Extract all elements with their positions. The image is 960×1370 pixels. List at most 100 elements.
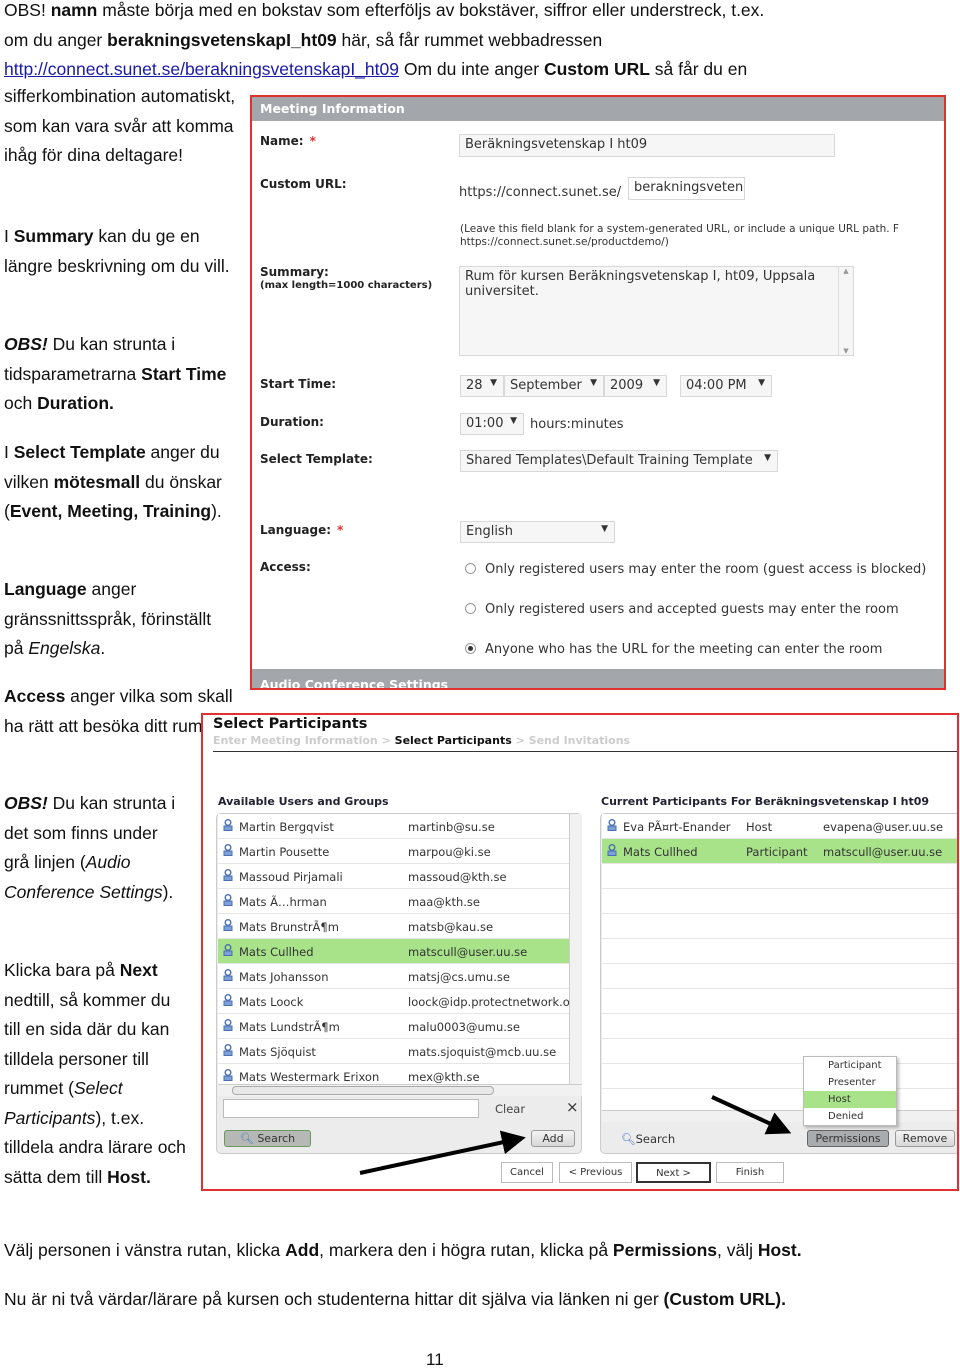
custom-url-input[interactable]: berakningsveten [628, 177, 745, 200]
summary-scrollbar[interactable]: ▲ ▼ [838, 267, 853, 355]
available-user-row[interactable]: Massoud Pirjamali massoud@kth.se [218, 864, 569, 889]
available-user-row[interactable]: Mats Cullhed matscull@user.uu.se [218, 939, 569, 964]
user-email: matsb@kau.se [408, 920, 494, 934]
available-user-row[interactable]: Mats Johansson matsj@cs.umu.se [218, 964, 569, 989]
summary-textarea[interactable]: Rum för kursen Beräkningsvetenskap I, ht… [459, 266, 854, 356]
current-search-button[interactable]: 🔍︎Search [621, 1132, 675, 1146]
text-run: , markera den i högra rutan, klicka på [319, 1240, 613, 1260]
radio-button[interactable] [465, 603, 476, 614]
duration-select[interactable]: 01:00 ▼ [460, 413, 524, 435]
permissions-button[interactable]: Permissions [807, 1130, 889, 1147]
text-run: Custom URL [543, 59, 650, 79]
participant-name: Eva PÃ¤rt-Enander [623, 820, 731, 834]
text-run: I [4, 442, 14, 462]
language-label: Language: * [260, 523, 344, 537]
start-day-select[interactable]: 28 ▼ [460, 375, 504, 397]
search-icon: 🔍︎ [621, 1132, 636, 1146]
text-run: ). [162, 881, 174, 902]
radio-button[interactable] [465, 563, 476, 574]
current-title: Current Participants For Beräkningsveten… [601, 795, 930, 808]
user-name: Mats LundstrÃ¶m [239, 1020, 340, 1034]
available-user-row[interactable]: Mats Sjöquist mats.sjoquist@mcb.uu.se [218, 1039, 569, 1064]
permission-option[interactable]: Host [804, 1091, 896, 1108]
available-user-row[interactable]: Mats LundstrÃ¶m malu0003@umu.se [218, 1014, 569, 1039]
text-run: Host. [757, 1240, 802, 1260]
text-run: Permissions [612, 1240, 717, 1260]
add-button[interactable]: Add [531, 1130, 575, 1147]
current-participant-row[interactable]: Mats Cullhed Participant matscull@user.uu.… [602, 839, 957, 864]
access-option[interactable]: Only registered users may enter the room… [465, 562, 926, 577]
url-link[interactable]: http://connect.sunet.se/berakningsvetens… [4, 59, 399, 79]
available-hscrollbar[interactable] [218, 1084, 582, 1096]
start-year-select[interactable]: 2009 ▼ [604, 375, 667, 397]
start-month-select[interactable]: September ▼ [504, 375, 604, 397]
text-run: Language [4, 579, 87, 599]
access-option[interactable]: Anyone who has the URL for the meeting c… [465, 642, 882, 657]
empty-row [602, 1014, 957, 1039]
permission-option[interactable]: Presenter [804, 1074, 896, 1091]
template-select[interactable]: Shared Templates\Default Training Templa… [460, 450, 778, 472]
text-run: Klicka bara på [4, 960, 120, 980]
text-run: Engelska [28, 638, 101, 658]
text-run: så får du en [649, 59, 748, 79]
text-run: Access [4, 686, 66, 706]
available-search-input[interactable] [223, 1099, 479, 1118]
finish-button[interactable]: Finish [716, 1162, 784, 1183]
available-user-row[interactable]: Mats Ã…hrman maa@kth.se [218, 889, 569, 914]
search-button[interactable]: 🔍︎ Search [224, 1130, 311, 1147]
current-list: Eva PÃ¤rt-Enander Host evapena@user.uu.se M… [602, 814, 957, 1110]
available-user-row[interactable]: Mats BrunstrÃ¶m matsb@kau.se [218, 914, 569, 939]
clear-button[interactable]: Clear [495, 1102, 525, 1116]
intro-line: om du anger berakningsvetenskapI_ht09 hä… [4, 26, 954, 56]
user-name: Martin Bergqvist [239, 820, 334, 834]
text-run: måste börja med en bokstav som efterfölj… [97, 0, 765, 20]
available-user-row[interactable]: Martin Pousette marpou@ki.se [218, 839, 569, 864]
next-button[interactable]: Next > [636, 1162, 711, 1183]
text-run: OBS! [4, 334, 48, 354]
remove-button[interactable]: Remove [895, 1130, 955, 1147]
duration-label: Duration: [260, 415, 324, 429]
clear-x-icon[interactable]: × [566, 1098, 579, 1116]
name-input[interactable]: Beräkningsvetenskap I ht09 [459, 134, 835, 157]
user-icon [607, 819, 617, 831]
side-paragraph: OBS! Du kan strunta i tidsparametrarna S… [4, 330, 234, 419]
user-email: massoud@kth.se [408, 870, 507, 884]
text-run: Om du inte anger [399, 59, 544, 79]
text-run: sifferkombination automatiskt, som kan v… [4, 86, 236, 165]
previous-button[interactable]: < Previous [559, 1162, 632, 1183]
empty-row [602, 989, 957, 1014]
breadcrumb-step-current: Select Participants [394, 734, 512, 747]
user-email: matscull@user.uu.se [408, 945, 528, 959]
user-name: Mats Ã…hrman [239, 895, 327, 909]
available-user-row[interactable]: Martin Bergqvist martinb@su.se [218, 814, 569, 839]
permission-option[interactable]: Participant [804, 1057, 896, 1074]
current-participant-row[interactable]: Eva PÃ¤rt-Enander Host evapena@user.uu.se [602, 814, 957, 839]
language-select[interactable]: English ▼ [460, 521, 615, 543]
text-run: , välj [717, 1240, 758, 1260]
participants-title: Select Participants [213, 716, 368, 732]
user-email: loock@idp.protectnetwork.org [408, 995, 569, 1009]
current-hscrollbar[interactable] [602, 1110, 957, 1122]
empty-row [602, 964, 957, 989]
available-user-row[interactable]: Mats Loock loock@idp.protectnetwork.org [218, 989, 569, 1014]
participant-email: matscull@user.uu.se [823, 845, 943, 859]
start-time-select[interactable]: 04:00 PM ▼ [680, 375, 772, 397]
available-user-row[interactable]: Mats Westermark Erixon mex@kth.se [218, 1064, 569, 1084]
empty-row [602, 914, 957, 939]
permission-option[interactable]: Denied [804, 1108, 896, 1125]
user-name: Mats BrunstrÃ¶m [239, 920, 339, 934]
select-participants-panel: Select Participants Enter Meeting Inform… [201, 713, 959, 1191]
text-run: Host. [107, 1166, 151, 1187]
cancel-button[interactable]: Cancel [501, 1162, 553, 1183]
empty-row [602, 1064, 957, 1089]
breadcrumb-step: Enter Meeting Information [213, 734, 378, 747]
access-option[interactable]: Only registered users and accepted guest… [465, 602, 899, 617]
available-vscrollbar[interactable] [569, 814, 582, 1084]
participant-role: Host [746, 820, 773, 834]
user-icon [223, 919, 233, 931]
radio-button[interactable] [465, 643, 476, 654]
breadcrumb-step: Send Invitations [528, 734, 631, 747]
participant-role: Participant [746, 845, 808, 859]
user-icon [223, 844, 233, 856]
chevron-down-icon: ▼ [758, 378, 765, 388]
